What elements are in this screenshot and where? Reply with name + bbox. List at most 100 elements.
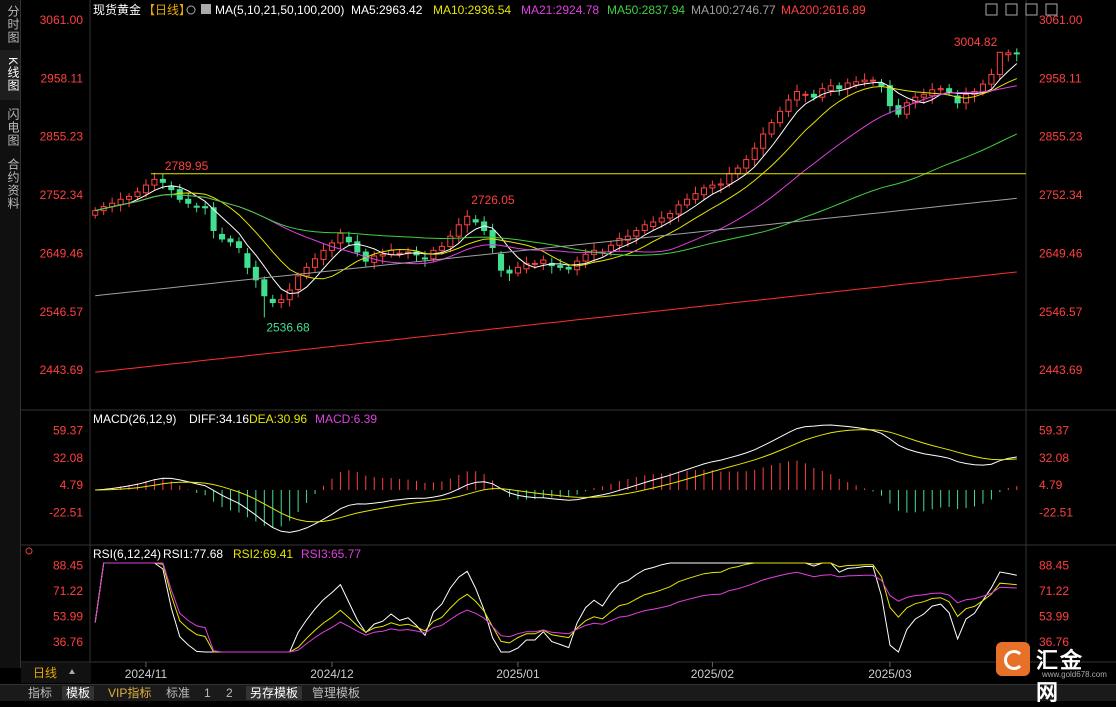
candle-body — [312, 258, 319, 268]
candle-body — [861, 79, 868, 83]
candle-body — [903, 102, 910, 115]
ma-value-3: MA50:2837.94 — [607, 3, 685, 17]
candle-body — [734, 167, 741, 175]
tab-1[interactable]: 1 — [200, 686, 215, 700]
price-axis-right-5: 2546.57 — [1039, 305, 1083, 319]
tab-kline[interactable]: K线图 — [0, 50, 20, 100]
rsi-axis-left-1: 71.22 — [53, 584, 83, 598]
price-axis-left-1: 2958.11 — [41, 71, 84, 85]
candle-body — [227, 238, 234, 243]
candle-body — [514, 266, 521, 274]
candle-body — [472, 219, 479, 223]
candle-body — [667, 212, 674, 219]
tab-save-template[interactable]: 另存模板 — [246, 686, 303, 700]
annotation-line-label: 2789.95 — [165, 159, 209, 173]
candle-body — [616, 237, 623, 246]
candle-body — [219, 233, 226, 240]
price-axis-left-5: 2546.57 — [40, 305, 84, 319]
candle-body — [557, 265, 564, 268]
candle-body — [354, 241, 361, 253]
rsi-axis-right-0: 88.45 — [1039, 558, 1069, 572]
tab-timeshare[interactable]: 分时图 — [0, 4, 20, 44]
candle-body — [582, 253, 589, 262]
instrument-name: 现货黄金 — [93, 2, 141, 17]
candle-body — [709, 184, 716, 189]
tab-2[interactable]: 2 — [222, 686, 237, 700]
tab-template[interactable]: 模板 — [62, 686, 95, 700]
price-axis-left-6: 2443.69 — [40, 363, 84, 377]
price-axis-right-1: 2958.11 — [1039, 71, 1082, 85]
tab-standard[interactable]: 标准 — [162, 686, 194, 700]
candle-body — [379, 253, 386, 257]
macd-diff: DIFF:34.16 — [189, 412, 249, 426]
macd-label: MACD(26,12,9) — [93, 412, 176, 426]
annotation-low: 2536.68 — [266, 320, 310, 334]
candle-body — [320, 249, 327, 260]
macd-axis-left-1: 32.08 — [53, 451, 83, 465]
ma-value-4: MA100:2746.77 — [691, 3, 776, 17]
rsi-axis-left-2: 53.99 — [53, 609, 83, 623]
candle-body — [607, 244, 614, 253]
rsi-axis-right-1: 71.22 — [1039, 584, 1069, 598]
candle-body — [345, 236, 352, 243]
candle-body — [447, 235, 454, 248]
candle-body — [252, 266, 259, 281]
candle-body — [278, 299, 285, 304]
tab-vip-indicator[interactable]: VIP指标 — [104, 686, 155, 700]
candle-body — [235, 241, 242, 248]
period-tag: 【日线】 — [143, 3, 191, 17]
candle-body — [853, 81, 860, 86]
candle-body — [793, 90, 800, 101]
chart-bg — [21, 0, 1116, 684]
candle-body — [946, 88, 953, 92]
macd-axis-left-0: 59.37 — [53, 424, 83, 438]
ma-value-1: MA10:2936.54 — [433, 3, 511, 17]
rsi3-value: RSI3:65.77 — [301, 547, 361, 561]
kline-chart[interactable]: 现货黄金 【日线】 MA(5,10,21,50,100,200) MA5:2963.4… — [21, 0, 1116, 684]
candle-body — [134, 191, 141, 197]
tab-manage-template[interactable]: 管理模板 — [308, 686, 364, 700]
candle-body — [760, 133, 767, 149]
candle-body — [641, 224, 648, 231]
annotation-high: 3004.82 — [954, 35, 998, 49]
ma-value-0: MA5:2963.42 — [351, 3, 423, 17]
macd-axis-right-1: 32.08 — [1039, 451, 1069, 465]
candle-body — [261, 279, 268, 297]
rsi1-value: RSI1:77.68 — [163, 547, 223, 561]
candle-body — [726, 173, 733, 185]
candle-body — [1013, 52, 1020, 55]
candle-body — [717, 183, 724, 186]
candle-body — [700, 187, 707, 196]
rsi-label: RSI(6,12,24) — [93, 547, 161, 561]
candle-body — [979, 83, 986, 93]
price-axis-right-4: 2649.46 — [1039, 246, 1083, 260]
candle-body — [692, 193, 699, 200]
candle-body — [920, 93, 927, 98]
candle-body — [159, 178, 166, 183]
candle-body — [836, 85, 843, 90]
tab-indicator[interactable]: 指标 — [24, 686, 56, 700]
candle-body — [996, 51, 1003, 75]
candle-body — [303, 266, 310, 277]
annotation-mid-high: 2726.05 — [471, 193, 515, 207]
xaxis-label-3: 2025/02 — [691, 667, 735, 681]
sidebar: 分时图 K线图 闪电图 合约资料 — [0, 0, 21, 668]
macd-axis-right-2: 4.79 — [1039, 478, 1063, 492]
candle-body — [802, 93, 809, 96]
candle-body — [827, 85, 834, 91]
rsi-axis-left-3: 36.76 — [53, 635, 83, 649]
candle-body — [565, 266, 572, 270]
price-axis-right-6: 2443.69 — [1039, 363, 1083, 377]
candle-body — [937, 88, 944, 91]
candle-body — [295, 275, 302, 290]
candle-body — [878, 83, 885, 87]
candle-body — [126, 195, 133, 200]
xaxis-label-4: 2025/03 — [868, 667, 912, 681]
tab-lightning[interactable]: 闪电图 — [0, 104, 20, 150]
tab-contract-info[interactable]: 合约资料 — [0, 156, 20, 212]
candle-body — [286, 289, 293, 301]
candle-body — [506, 269, 513, 274]
ma-label: MA(5,10,21,50,100,200) — [215, 3, 344, 17]
candle-body — [92, 210, 99, 216]
rsi2-value: RSI2:69.41 — [233, 547, 293, 561]
